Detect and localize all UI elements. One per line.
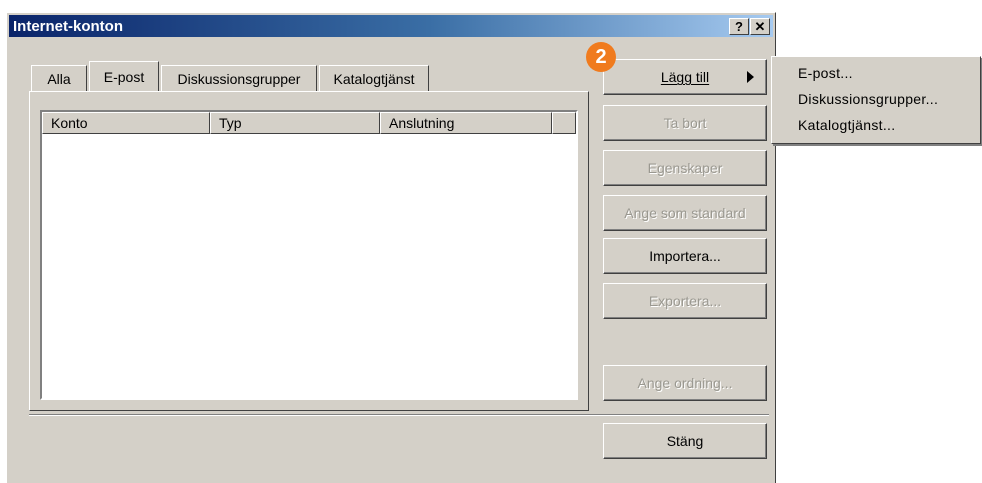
column-header-typ[interactable]: Typ (210, 112, 380, 134)
submenu-arrow-icon (747, 71, 754, 83)
column-label: Konto (51, 115, 88, 131)
help-icon: ? (735, 19, 743, 34)
step-badge: 2 (586, 42, 616, 72)
separator (29, 414, 769, 416)
tab-label: E-post (103, 68, 145, 85)
menu-item-katalogtjanst[interactable]: Katalogtjänst... (798, 117, 895, 133)
column-header-anslutning[interactable]: Anslutning (380, 112, 552, 134)
column-header-konto[interactable]: Konto (42, 112, 210, 134)
export-button[interactable]: Exportera... (603, 283, 767, 319)
import-button-label: Importera... (649, 248, 721, 264)
tab-e-post[interactable]: E-post (89, 61, 159, 91)
tab-panel: Konto Typ Anslutning (29, 91, 589, 411)
remove-button-label: Ta bort (663, 115, 707, 131)
properties-button-label: Egenskaper (647, 160, 723, 176)
column-label: Typ (219, 115, 242, 131)
set-order-button-label: Ange ordning... (637, 375, 733, 391)
menu-item-label: Katalogtjänst... (798, 117, 896, 133)
add-submenu: E-post... Diskussionsgrupper... Katalogt… (771, 56, 981, 144)
tab-katalogtjanst[interactable]: Katalogtjänst (319, 65, 429, 91)
menu-item-label: E-post... (798, 65, 853, 81)
add-button[interactable]: Lägg till (603, 59, 767, 95)
set-default-button-label: Ange som standard (624, 205, 746, 221)
accounts-list[interactable]: Konto Typ Anslutning (40, 110, 578, 400)
title-bar: Internet-konton ? ✕ (9, 15, 773, 37)
tab-label: Alla (47, 70, 71, 87)
tab-alla[interactable]: Alla (31, 65, 87, 91)
export-button-label: Exportera... (648, 293, 722, 309)
set-default-button[interactable]: Ange som standard (603, 195, 767, 231)
internet-accounts-dialog: Internet-konton ? ✕ Alla E-post Diskussi… (6, 12, 776, 483)
remove-button[interactable]: Ta bort (603, 105, 767, 141)
column-header-filler (552, 112, 576, 134)
close-button-label: Stäng (666, 433, 704, 449)
window-title: Internet-konton (13, 17, 123, 35)
close-button[interactable]: Stäng (603, 423, 767, 459)
menu-item-diskussionsgrupper[interactable]: Diskussionsgrupper... (798, 91, 938, 107)
tab-label: Diskussionsgrupper (177, 70, 301, 87)
add-button-label: Lägg till (660, 69, 710, 85)
close-window-button[interactable]: ✕ (750, 18, 770, 35)
help-button[interactable]: ? (729, 18, 749, 35)
column-label: Anslutning (389, 115, 455, 131)
set-order-button[interactable]: Ange ordning... (603, 365, 767, 401)
close-icon: ✕ (754, 19, 766, 34)
step-number: 2 (595, 45, 607, 68)
tab-label: Katalogtjänst (333, 70, 415, 87)
menu-item-label: Diskussionsgrupper... (798, 91, 939, 107)
menu-item-e-post[interactable]: E-post... (798, 65, 853, 81)
tab-diskussionsgrupper[interactable]: Diskussionsgrupper (161, 65, 317, 91)
import-button[interactable]: Importera... (603, 238, 767, 274)
properties-button[interactable]: Egenskaper (603, 150, 767, 186)
